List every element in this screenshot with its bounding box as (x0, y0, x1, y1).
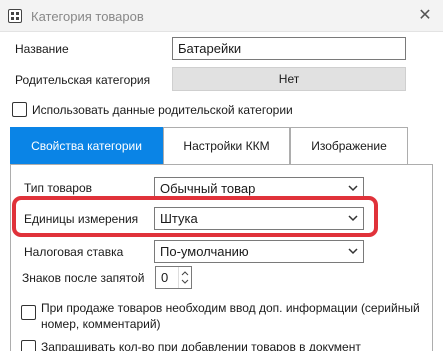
goods-type-select[interactable]: Обычный товар (154, 177, 364, 200)
ask-quantity-checkbox[interactable] (21, 340, 36, 351)
decimals-value: 0 (161, 270, 169, 285)
extra-info-label-line2: номер, комментарий) (41, 317, 161, 331)
use-parent-checkbox[interactable] (12, 102, 27, 117)
name-input[interactable]: Батарейки (172, 37, 406, 60)
name-label: Название (15, 42, 69, 56)
extra-info-checkbox[interactable] (21, 305, 36, 320)
units-select[interactable]: Штука (154, 207, 364, 230)
use-parent-label: Использовать данные родительской категор… (32, 103, 293, 117)
goods-type-label: Тип товаров (24, 181, 93, 195)
parent-category-button[interactable]: Нет (172, 67, 406, 91)
window-title: Категория товаров (31, 9, 144, 24)
chevron-down-icon (343, 241, 363, 262)
app-grid-icon (8, 9, 22, 23)
decimals-label: Знаков после запятой (22, 271, 145, 285)
decimals-stepper[interactable]: 0 (155, 266, 192, 289)
tax-label: Налоговая ставка (24, 245, 124, 259)
units-value: Штука (160, 211, 198, 226)
chevron-down-icon (343, 208, 363, 229)
tax-select[interactable]: По-умолчанию (154, 240, 364, 263)
tab-kkm-settings[interactable]: Настройки ККМ (163, 127, 290, 165)
title-bar: Категория товаров ✕ (0, 0, 443, 32)
chevron-down-icon (343, 178, 363, 199)
extra-info-label-line1: При продаже товаров необходим ввод доп. … (41, 301, 420, 315)
ask-quantity-label: Запрашивать кол-во при добавлении товаро… (41, 340, 361, 351)
goods-type-value: Обычный товар (160, 181, 256, 196)
spinner-arrows-icon[interactable] (178, 267, 191, 288)
name-input-value: Батарейки (178, 41, 242, 56)
parent-category-label: Родительская категория (15, 73, 151, 87)
tab-image[interactable]: Изображение (290, 127, 408, 165)
tax-value: По-умолчанию (160, 244, 249, 259)
close-button[interactable]: ✕ (407, 0, 443, 32)
tab-category-properties[interactable]: Свойства категории (10, 127, 163, 165)
units-label: Единицы измерения (24, 212, 139, 226)
